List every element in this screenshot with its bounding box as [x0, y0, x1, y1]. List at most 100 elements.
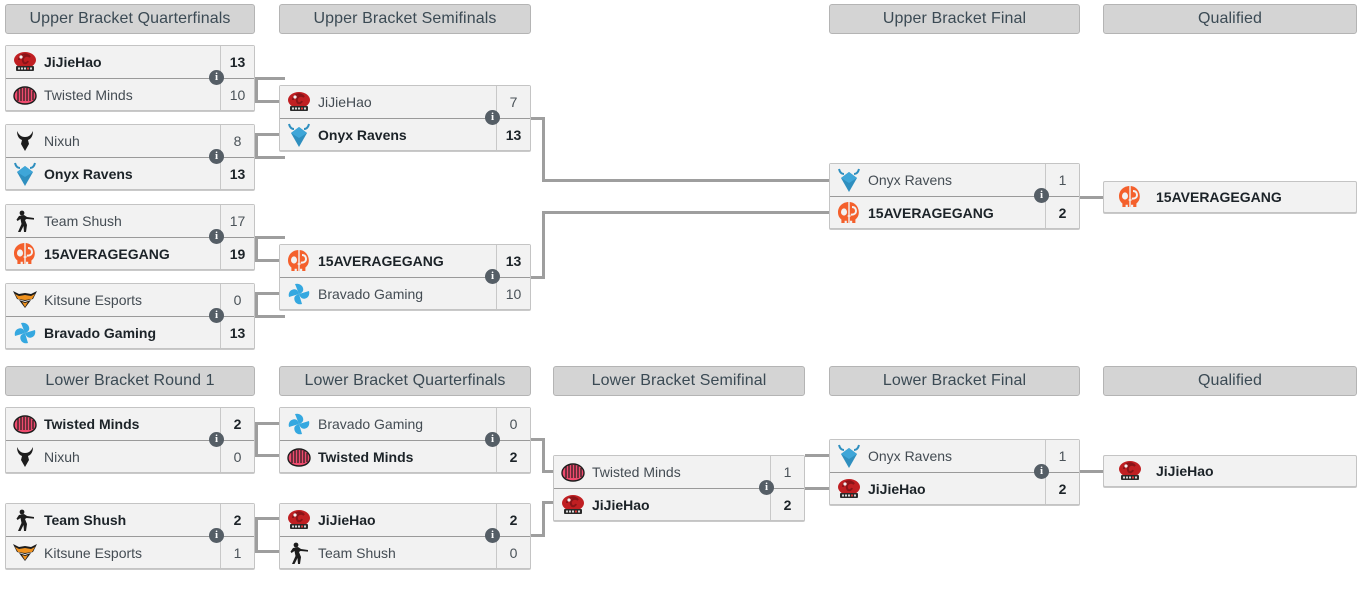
- match-upper-final[interactable]: Onyx Ravens 1 15AVERAGEGANG 2 i: [829, 163, 1080, 229]
- team-score: 1: [770, 456, 804, 488]
- match-lower-round1-1[interactable]: Twisted Minds 2 Nixuh 0 i: [5, 407, 255, 473]
- team-name: 15AVERAGEGANG: [318, 253, 444, 269]
- connector-line: [542, 438, 545, 471]
- qualified-team-upper[interactable]: 15AVERAGEGANG: [1103, 181, 1357, 213]
- jijiehao-logo: [280, 87, 318, 117]
- match-info-icon[interactable]: i: [209, 70, 224, 85]
- match-info-icon[interactable]: i: [485, 432, 500, 447]
- match-upper-semifinal-2[interactable]: 15AVERAGEGANG 13 Bravado Gaming 10 i: [279, 244, 531, 310]
- connector-line: [805, 454, 832, 457]
- team-name: JiJieHao: [318, 512, 376, 528]
- team-score: 0: [220, 441, 254, 472]
- connector-line: [542, 501, 545, 537]
- connector-line: [255, 77, 258, 101]
- round-header-lower-semifinal: Lower Bracket Semifinal: [553, 366, 805, 396]
- team-score: 10: [496, 278, 530, 309]
- match-upper-quarterfinal-4[interactable]: Kitsune Esports 0 Bravado Gaming 13 i: [5, 283, 255, 349]
- team-name: Bravado Gaming: [318, 416, 424, 432]
- match-info-icon[interactable]: i: [1034, 188, 1049, 203]
- kitsune-esports-logo: [6, 538, 44, 568]
- match-lower-round1-2[interactable]: Team Shush 2 Kitsune Esports 1 i: [5, 503, 255, 569]
- team-score: 13: [496, 245, 530, 277]
- bravado-gaming-logo: [6, 318, 44, 348]
- match-info-icon[interactable]: i: [485, 269, 500, 284]
- team-name: Team Shush: [44, 213, 122, 229]
- round-header-label: Lower Bracket Semifinal: [591, 372, 767, 389]
- onyx-ravens-logo: [830, 165, 868, 195]
- round-header-upper-qualified: Qualified: [1103, 4, 1357, 34]
- team-name: Twisted Minds: [592, 464, 681, 480]
- team-name: JiJieHao: [592, 496, 650, 513]
- team-name: Onyx Ravens: [318, 126, 407, 143]
- onyx-ravens-logo: [280, 120, 318, 150]
- connector-line: [255, 422, 258, 455]
- team-name: Twisted Minds: [44, 416, 140, 432]
- match-upper-quarterfinal-2[interactable]: Nixuh 8 Onyx Ravens 13 i: [5, 124, 255, 190]
- match-info-icon[interactable]: i: [759, 480, 774, 495]
- match-info-icon[interactable]: i: [1034, 464, 1049, 479]
- team-name: Twisted Minds: [44, 86, 133, 103]
- match-lower-semifinal[interactable]: Twisted Minds 1 JiJieHao 2 i: [553, 455, 805, 521]
- match-lower-final[interactable]: Onyx Ravens 1 JiJieHao 2 i: [829, 439, 1080, 505]
- team-score: 13: [220, 317, 254, 348]
- match-info-icon[interactable]: i: [485, 528, 500, 543]
- info-glyph: i: [1039, 465, 1044, 477]
- team-name: Kitsune Esports: [44, 544, 143, 561]
- team-score: 19: [220, 238, 254, 269]
- team-name: JiJieHao: [44, 54, 102, 70]
- qualified-team-lower[interactable]: JiJieHao: [1103, 455, 1357, 487]
- team-name: Team Shush: [318, 544, 396, 561]
- info-glyph: i: [490, 529, 495, 541]
- team-name: JiJieHao: [1156, 463, 1214, 479]
- info-glyph: i: [490, 111, 495, 123]
- info-glyph: i: [214, 309, 219, 321]
- 15averagegang-logo: [830, 198, 868, 228]
- round-header-label: Lower Bracket Final: [882, 372, 1027, 389]
- jijiehao-logo: [280, 505, 318, 535]
- twisted-minds-logo: [280, 442, 318, 472]
- match-upper-semifinal-1[interactable]: JiJieHao 7 Onyx Ravens 13 i: [279, 85, 531, 151]
- round-header-label: Qualified: [1197, 372, 1263, 389]
- team-shush-logo: [6, 206, 44, 236]
- match-upper-quarterfinal-3[interactable]: Team Shush 17 15AVERAGEGANG 19 i: [5, 204, 255, 270]
- team-score: 2: [220, 504, 254, 536]
- team-name: 15AVERAGEGANG: [1156, 189, 1282, 205]
- round-header-lower-round1: Lower Bracket Round 1: [5, 366, 255, 396]
- team-score: 8: [220, 125, 254, 157]
- round-header-label: Upper Bracket Quarterfinals: [29, 10, 231, 27]
- info-glyph: i: [214, 529, 219, 541]
- round-header-label: Qualified: [1197, 10, 1263, 27]
- team-score: 1: [1045, 440, 1079, 472]
- match-lower-quarterfinal-1[interactable]: Bravado Gaming 0 Twisted Minds 2 i: [279, 407, 531, 473]
- team-name: Bravado Gaming: [44, 324, 157, 341]
- team-name: JiJieHao: [318, 94, 372, 110]
- 15averagegang-logo: [1104, 182, 1156, 212]
- team-score: 2: [1045, 197, 1079, 228]
- match-info-icon[interactable]: i: [209, 528, 224, 543]
- match-info-icon[interactable]: i: [485, 110, 500, 125]
- team-name: Nixuh: [44, 448, 80, 465]
- team-name: 15AVERAGEGANG: [868, 204, 994, 221]
- round-header-upper-final: Upper Bracket Final: [829, 4, 1080, 34]
- info-glyph: i: [214, 230, 219, 242]
- match-info-icon[interactable]: i: [209, 229, 224, 244]
- match-info-icon[interactable]: i: [209, 149, 224, 164]
- round-header-upper-semifinals: Upper Bracket Semifinals: [279, 4, 531, 34]
- team-shush-logo: [280, 538, 318, 568]
- team-name: Nixuh: [44, 133, 80, 149]
- round-header-label: Lower Bracket Round 1: [45, 372, 215, 389]
- twisted-minds-logo: [6, 80, 44, 110]
- team-name: Team Shush: [44, 512, 127, 528]
- connector-line: [255, 133, 258, 159]
- team-score: 1: [1045, 164, 1079, 196]
- match-upper-quarterfinal-1[interactable]: JiJieHao 13 Twisted Minds 10 i: [5, 45, 255, 111]
- team-score: 0: [496, 408, 530, 440]
- twisted-minds-logo: [6, 409, 44, 439]
- info-glyph: i: [214, 71, 219, 83]
- 15averagegang-logo: [6, 239, 44, 269]
- match-info-icon[interactable]: i: [209, 308, 224, 323]
- team-score: 2: [770, 489, 804, 520]
- match-lower-quarterfinal-2[interactable]: JiJieHao 2 Team Shush 0 i: [279, 503, 531, 569]
- match-info-icon[interactable]: i: [209, 432, 224, 447]
- team-name: Bravado Gaming: [318, 285, 424, 302]
